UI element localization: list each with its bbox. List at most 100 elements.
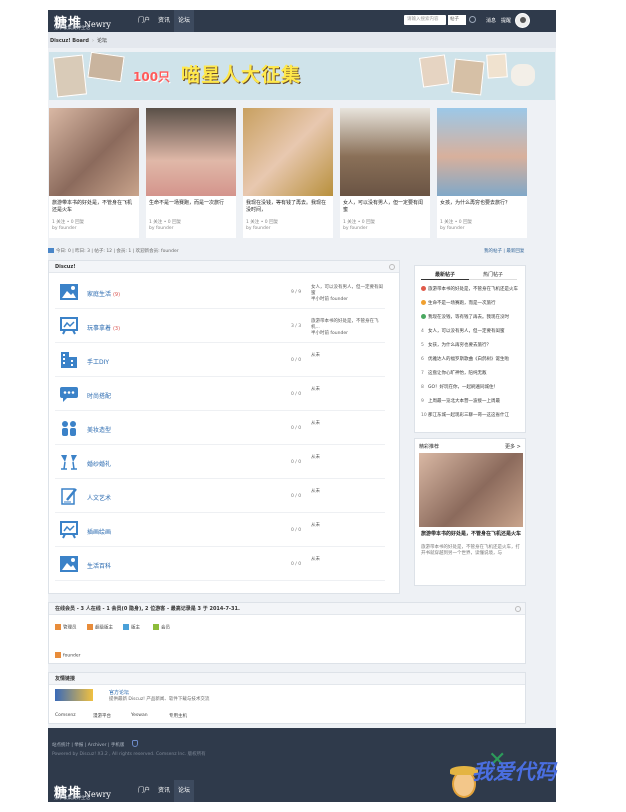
board-row[interactable]: 家庭生活 (9) 9 / 9 女人，可以没有男人，但一定要有闺蜜 半小时前 found… <box>55 275 385 309</box>
card-title[interactable]: 旅游带本书的好处是，不管身在飞机还是火车 <box>52 200 136 214</box>
link-hosting[interactable]: 专用主机 <box>169 713 187 719</box>
nav-forum[interactable]: 论坛 <box>174 10 195 32</box>
collapse-icon[interactable] <box>389 264 395 270</box>
collapse-icon[interactable] <box>515 606 521 612</box>
recommend-panel: 精彩推荐 更多 > 旅游带本书的好处是，不管身在飞机还是火车 旅游带本书的好处是… <box>414 438 526 586</box>
chat-icon[interactable] <box>59 385 79 403</box>
board-name[interactable]: 时尚搭配 <box>87 391 111 400</box>
card-image[interactable] <box>146 108 236 196</box>
hot-post-item[interactable]: 7 这盘让你心旷神怡，陪纯无敌 <box>421 370 521 376</box>
hot-post-item[interactable]: 生命不是一场赛跑，而是一次旅行 <box>421 300 521 306</box>
avatar[interactable] <box>515 13 530 28</box>
online-user[interactable]: founder <box>55 652 81 659</box>
board-name[interactable]: 生活百科 <box>87 561 111 570</box>
board-row[interactable]: 婚纱婚礼 0 / 0 从未 <box>55 445 385 479</box>
card-title[interactable]: 女孩，为什么再穷也要去旅行？ <box>440 200 524 207</box>
board-last-post[interactable]: 从未 <box>311 455 385 461</box>
breadcrumb-current[interactable]: 论坛 <box>97 38 107 44</box>
search-input[interactable]: 请输入搜索内容 <box>404 15 446 25</box>
featured-card[interactable]: 我现在没钱，等有钱了再去。我现在没时间， 1 关注 • 0 回复 by found… <box>243 108 333 238</box>
board-row[interactable]: 手工DIY 0 / 0 从未 <box>55 343 385 377</box>
card-image[interactable] <box>437 108 527 196</box>
board-count: 0 / 0 <box>291 392 302 397</box>
hot-post-item[interactable]: 6 优雅达人的福罗斯歌曲《白鸽树》诞生啦 <box>421 356 521 362</box>
hot-post-item[interactable]: 旅游带本书的好处是，不管身在飞机还是火车 <box>421 286 521 292</box>
my-posts-links[interactable]: 我的帖子 | 最新回复 <box>484 248 524 254</box>
hot-post-item[interactable]: 4 女人，可以没有男人，但一定要有闺蜜 <box>421 328 521 334</box>
board-last-post[interactable]: 从未 <box>311 489 385 495</box>
discuz-logo[interactable] <box>55 689 93 701</box>
board-name[interactable]: 人文艺术 <box>87 493 111 502</box>
nav-forum[interactable]: 论坛 <box>174 780 195 802</box>
image-icon[interactable] <box>59 555 79 573</box>
board-last-post[interactable]: 旅游带本书的好处是，不管身在飞机... 半小时前 founder <box>311 319 385 337</box>
hot-posts-panel: 最新帖子 热门帖子 旅游带本书的好处是，不管身在飞机还是火车 生命不是一场赛跑，而… <box>414 265 526 433</box>
search-icon[interactable] <box>469 16 476 23</box>
board-last-post[interactable]: 女人，可以没有男人，但一定要有闺蜜 半小时前 founder <box>311 285 385 303</box>
link-comsenz[interactable]: Comsenz <box>55 713 76 718</box>
nav-news[interactable]: 资讯 <box>154 780 174 802</box>
hot-post-item[interactable]: 10那江东城一起现彩三聊一哥一这这省什江 <box>421 412 521 418</box>
board-last-post[interactable]: 从未 <box>311 523 385 529</box>
recommend-image[interactable] <box>419 453 523 527</box>
board-row[interactable]: 生活百科 0 / 0 从未 <box>55 547 385 581</box>
hot-post-item[interactable]: 5 女孩，为什么再穷也要去旅行？ <box>421 342 521 348</box>
nav-portal[interactable]: 门户 <box>134 780 154 802</box>
forum-category-title[interactable]: Discuz! <box>55 264 76 270</box>
board-last-post[interactable]: 从未 <box>311 353 385 359</box>
board-name[interactable]: 婚纱婚礼 <box>87 459 111 468</box>
featured-card[interactable]: 女孩，为什么再穷也要去旅行？ 1 关注 • 0 回复 by founder <box>437 108 527 238</box>
tab-hot-posts[interactable]: 热门帖子 <box>469 270 517 280</box>
breadcrumb-home[interactable]: Discuz! Board <box>50 38 89 44</box>
easel-icon[interactable] <box>59 317 79 335</box>
image-icon[interactable] <box>59 283 79 301</box>
online-title[interactable]: 在线会员 - 3 人在线 - 1 会员(0 隐身), 2 位游客 - 最高记录是… <box>55 606 240 612</box>
card-title[interactable]: 女人，可以没有男人，但一定要有闺蜜 <box>343 200 427 214</box>
link-yeswan[interactable]: Yeswan <box>131 713 148 718</box>
cheers-icon[interactable] <box>59 453 79 471</box>
board-last-post[interactable]: 从未 <box>311 557 385 563</box>
card-title[interactable]: 我现在没钱，等有钱了再去。我现在没时间， <box>246 200 330 214</box>
card-image[interactable] <box>243 108 333 196</box>
footer-links[interactable]: 站点统计 | 举报 | Archiver | 手机版 <box>52 742 124 748</box>
tab-latest-posts[interactable]: 最新帖子 <box>421 270 469 280</box>
promo-banner[interactable]: 100只 喵星人大征集 <box>49 52 555 100</box>
board-name[interactable]: 手工DIY <box>87 357 109 366</box>
board-name[interactable]: 家庭生活 (9) <box>87 289 120 298</box>
board-name[interactable]: 美妆造型 <box>87 425 111 434</box>
hot-post-item[interactable]: 8 GO！好玩在你，一起刷遍同城住！ <box>421 384 521 390</box>
board-name[interactable]: 插画绘画 <box>87 527 111 536</box>
board-last-post[interactable]: 从未 <box>311 421 385 427</box>
recommend-post-title[interactable]: 旅游带本书的好处是，不管身在飞机还是火车 <box>421 531 521 538</box>
nav-portal[interactable]: 门户 <box>134 10 154 32</box>
hot-post-item[interactable]: 我现在没钱，等有钱了再去。我现在没时 <box>421 314 521 320</box>
featured-card[interactable]: 女人，可以没有男人，但一定要有闺蜜 1 关注 • 0 回复 by founder <box>340 108 430 238</box>
hot-post-item[interactable]: 9 上周最一览北大本营一波接一上周最 <box>421 398 521 404</box>
board-row[interactable]: 玩事拿着 (3) 3 / 3 旅游带本书的好处是，不管身在飞机... 半小时前 fou… <box>55 309 385 343</box>
nav-news[interactable]: 资讯 <box>154 10 174 32</box>
board-last-post[interactable]: 从未 <box>311 387 385 393</box>
card-title[interactable]: 生命不是一场赛跑，而是一次旅行 <box>149 200 233 207</box>
people-icon[interactable] <box>59 419 79 437</box>
banner-photo <box>419 54 449 88</box>
official-forum-link[interactable]: 官方论坛 <box>109 689 129 696</box>
link-manyou[interactable]: 漫游平台 <box>93 713 111 719</box>
board-row[interactable]: 插画绘画 0 / 0 从未 <box>55 513 385 547</box>
board-name[interactable]: 玩事拿着 (3) <box>87 323 120 332</box>
board-row[interactable]: 时尚搭配 0 / 0 从未 <box>55 377 385 411</box>
messages-link[interactable]: 消息 <box>486 10 496 32</box>
board-count: 0 / 0 <box>291 358 302 363</box>
reminders-link[interactable]: 提醒 <box>501 10 511 32</box>
featured-card[interactable]: 生命不是一场赛跑，而是一次旅行 1 关注 • 0 回复 by founder <box>146 108 236 238</box>
board-row[interactable]: 美妆造型 0 / 0 从未 <box>55 411 385 445</box>
friend-links: 友情链接 官方论坛 提供最新 Discuz! 产品新闻、软件下载与技术交流 Co… <box>48 672 526 724</box>
building-icon[interactable] <box>59 351 79 369</box>
search-type-select[interactable]: 帖子 <box>448 15 466 25</box>
more-link[interactable]: 更多 > <box>505 443 521 450</box>
pen-icon[interactable] <box>59 487 79 505</box>
featured-card[interactable]: 旅游带本书的好处是，不管身在飞机还是火车 1 关注 • 0 回复 by found… <box>49 108 139 238</box>
card-image[interactable] <box>49 108 139 196</box>
easel-icon[interactable] <box>59 521 79 539</box>
card-image[interactable] <box>340 108 430 196</box>
board-row[interactable]: 人文艺术 0 / 0 从未 <box>55 479 385 513</box>
